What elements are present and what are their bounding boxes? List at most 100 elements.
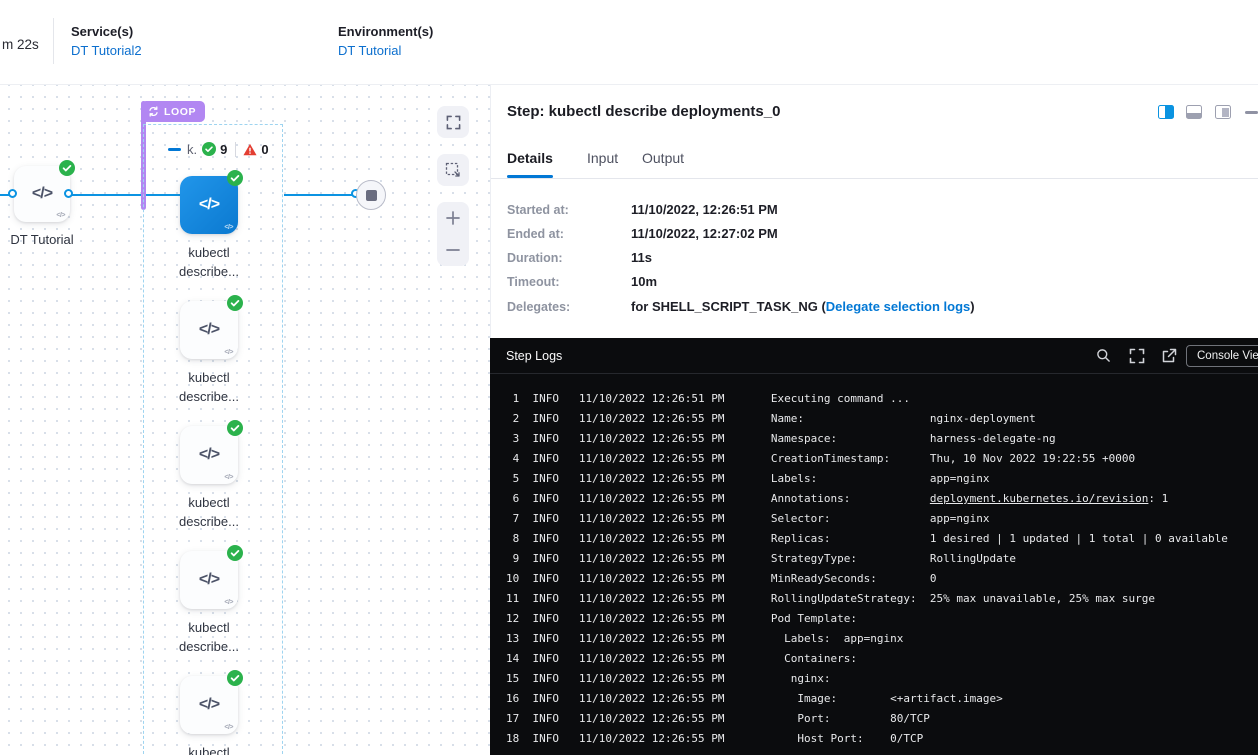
stop-icon bbox=[366, 190, 377, 201]
log-line: 7 INFO 11/10/2022 12:26:55 PM Selector: … bbox=[506, 509, 1258, 529]
layout-right-column-button[interactable] bbox=[1215, 105, 1231, 119]
tab-details[interactable]: Details bbox=[507, 150, 553, 166]
log-link[interactable]: deployment.kubernetes.io/revision bbox=[930, 492, 1149, 505]
script-watermark-icon: </> bbox=[224, 224, 233, 231]
connector-port bbox=[8, 189, 17, 198]
detail-value: 11/10/2022, 12:26:51 PM bbox=[631, 202, 778, 217]
log-line-prefix: 4 INFO 11/10/2022 12:26:55 PM bbox=[506, 452, 771, 465]
log-message: Selector: app=nginx bbox=[771, 512, 990, 525]
success-badge-icon bbox=[227, 670, 243, 686]
script-step-icon: </> bbox=[32, 185, 52, 203]
log-message: Image: <+artifact.image> bbox=[771, 692, 1003, 705]
log-message: MinReadySeconds: 0 bbox=[771, 572, 937, 585]
log-message: nginx: bbox=[771, 672, 831, 685]
log-line-prefix: 16 INFO 11/10/2022 12:26:55 PM bbox=[506, 692, 771, 705]
success-count: 9 bbox=[220, 142, 227, 157]
marquee-select-button[interactable] bbox=[437, 154, 469, 186]
execution-topbar: m 22s Service(s) DT Tutorial2 Environmen… bbox=[0, 0, 1258, 85]
loop-icon bbox=[148, 106, 159, 117]
log-line: 1 INFO 11/10/2022 12:26:51 PM Executing … bbox=[506, 389, 1258, 409]
log-line-prefix: 15 INFO 11/10/2022 12:26:55 PM bbox=[506, 672, 771, 685]
layout-fill bbox=[1222, 108, 1228, 117]
tab-output[interactable]: Output bbox=[642, 150, 684, 166]
log-line-prefix: 3 INFO 11/10/2022 12:26:55 PM bbox=[506, 432, 771, 445]
minimize-panel-button[interactable] bbox=[1245, 111, 1258, 114]
warning-count-icon bbox=[243, 143, 257, 156]
delegates-label: Delegates: bbox=[507, 300, 570, 314]
success-badge-icon bbox=[227, 295, 243, 311]
log-line: 13 INFO 11/10/2022 12:26:55 PM Labels: a… bbox=[506, 629, 1258, 649]
open-in-new-tab-icon[interactable] bbox=[1161, 348, 1177, 364]
pipeline-graph-canvas[interactable]: </> </> DT Tutorial LOOP k. 9 0 </> </> bbox=[0, 85, 490, 755]
log-line: 9 INFO 11/10/2022 12:26:55 PM StrategyTy… bbox=[506, 549, 1258, 569]
log-message: Labels: app=nginx bbox=[771, 632, 903, 645]
search-logs-icon[interactable] bbox=[1096, 348, 1111, 363]
step-node-kubectl-describe-3[interactable]: </> </> bbox=[180, 551, 238, 609]
warning-count: 0 bbox=[261, 142, 268, 157]
log-line-prefix: 11 INFO 11/10/2022 12:26:55 PM bbox=[506, 592, 771, 605]
delegates-prefix: for SHELL_SCRIPT_TASK_NG ( bbox=[631, 299, 826, 314]
loop-badge[interactable]: LOOP bbox=[141, 101, 205, 122]
detail-label: Duration: bbox=[507, 251, 563, 265]
step-label: kubectldescribe... bbox=[161, 493, 257, 531]
log-message: : 1 bbox=[1148, 492, 1168, 505]
services-label: Service(s) bbox=[71, 24, 133, 39]
layout-fill bbox=[1187, 113, 1201, 118]
log-line: 15 INFO 11/10/2022 12:26:55 PM nginx: bbox=[506, 669, 1258, 689]
log-line-prefix: 10 INFO 11/10/2022 12:26:55 PM bbox=[506, 572, 771, 585]
layout-bottom-panel-button[interactable] bbox=[1186, 105, 1202, 119]
log-line: 5 INFO 11/10/2022 12:26:55 PM Labels: ap… bbox=[506, 469, 1258, 489]
start-step-label: DT Tutorial bbox=[0, 231, 90, 249]
log-message: Replicas: 1 desired | 1 updated | 1 tota… bbox=[771, 532, 1228, 545]
zoom-in-button[interactable] bbox=[445, 210, 461, 226]
step-node-kubectl-describe-1[interactable]: </> </> bbox=[180, 301, 238, 359]
layout-right-panel-button[interactable] bbox=[1158, 105, 1174, 119]
tab-input[interactable]: Input bbox=[587, 150, 618, 166]
success-badge-icon bbox=[59, 160, 75, 176]
script-step-icon: </> bbox=[199, 696, 219, 714]
delegates-value: for SHELL_SCRIPT_TASK_NG (Delegate selec… bbox=[631, 299, 975, 314]
collapse-group-button[interactable] bbox=[168, 148, 181, 151]
success-badge-icon bbox=[227, 170, 243, 186]
step-label: kubectldescribe... bbox=[161, 618, 257, 656]
log-line-prefix: 7 INFO 11/10/2022 12:26:55 PM bbox=[506, 512, 771, 525]
console-view-button[interactable]: Console View bbox=[1186, 345, 1258, 367]
log-line-prefix: 9 INFO 11/10/2022 12:26:55 PM bbox=[506, 552, 771, 565]
fullscreen-logs-icon[interactable] bbox=[1129, 348, 1145, 364]
detail-value: 11s bbox=[631, 250, 652, 265]
log-line: 10 INFO 11/10/2022 12:26:55 PM MinReadyS… bbox=[506, 569, 1258, 589]
log-message: Annotations: bbox=[771, 492, 930, 505]
step-label: kubectldescribe... bbox=[161, 368, 257, 406]
step-logs-panel: Step Logs Console View 1 INFO 11/10/2022… bbox=[490, 338, 1258, 755]
log-line-prefix: 1 INFO 11/10/2022 12:26:51 PM bbox=[506, 392, 771, 405]
script-step-icon: </> bbox=[199, 196, 219, 214]
script-watermark-icon: </> bbox=[224, 724, 233, 731]
pipeline-end-node[interactable] bbox=[356, 180, 386, 210]
script-step-icon: </> bbox=[199, 446, 219, 464]
connector-line bbox=[284, 194, 357, 196]
fullscreen-canvas-button[interactable] bbox=[437, 106, 469, 138]
zoom-controls bbox=[437, 202, 469, 266]
log-line-prefix: 8 INFO 11/10/2022 12:26:55 PM bbox=[506, 532, 771, 545]
step-node-kubectl-describe-2[interactable]: </> </> bbox=[180, 426, 238, 484]
log-message: Pod Template: bbox=[771, 612, 857, 625]
environments-label: Environment(s) bbox=[338, 24, 433, 39]
log-line: 12 INFO 11/10/2022 12:26:55 PM Pod Templ… bbox=[506, 609, 1258, 629]
detail-value: 11/10/2022, 12:27:02 PM bbox=[631, 226, 778, 241]
environment-link[interactable]: DT Tutorial bbox=[338, 43, 401, 58]
delegate-selection-logs-link[interactable]: Delegate selection logs bbox=[826, 299, 971, 314]
log-body: 1 INFO 11/10/2022 12:26:51 PM Executing … bbox=[490, 374, 1258, 755]
log-line: 6 INFO 11/10/2022 12:26:55 PM Annotation… bbox=[506, 489, 1258, 509]
step-label: kubectldescribe... bbox=[161, 243, 257, 281]
service-link[interactable]: DT Tutorial2 bbox=[71, 43, 142, 58]
step-node-kubectl-describe-0[interactable]: </> </> bbox=[180, 176, 238, 234]
log-line-prefix: 13 INFO 11/10/2022 12:26:55 PM bbox=[506, 632, 771, 645]
start-step-node[interactable]: </> </> bbox=[14, 166, 70, 222]
step-node-kubectl-describe-4[interactable]: </> </> bbox=[180, 676, 238, 734]
zoom-out-button[interactable] bbox=[445, 242, 461, 258]
log-message: Name: nginx-deployment bbox=[771, 412, 1036, 425]
step-logs-title: Step Logs bbox=[506, 349, 562, 363]
connector-port bbox=[64, 189, 73, 198]
script-watermark-icon: </> bbox=[56, 212, 65, 219]
tabs-divider bbox=[491, 178, 1258, 179]
